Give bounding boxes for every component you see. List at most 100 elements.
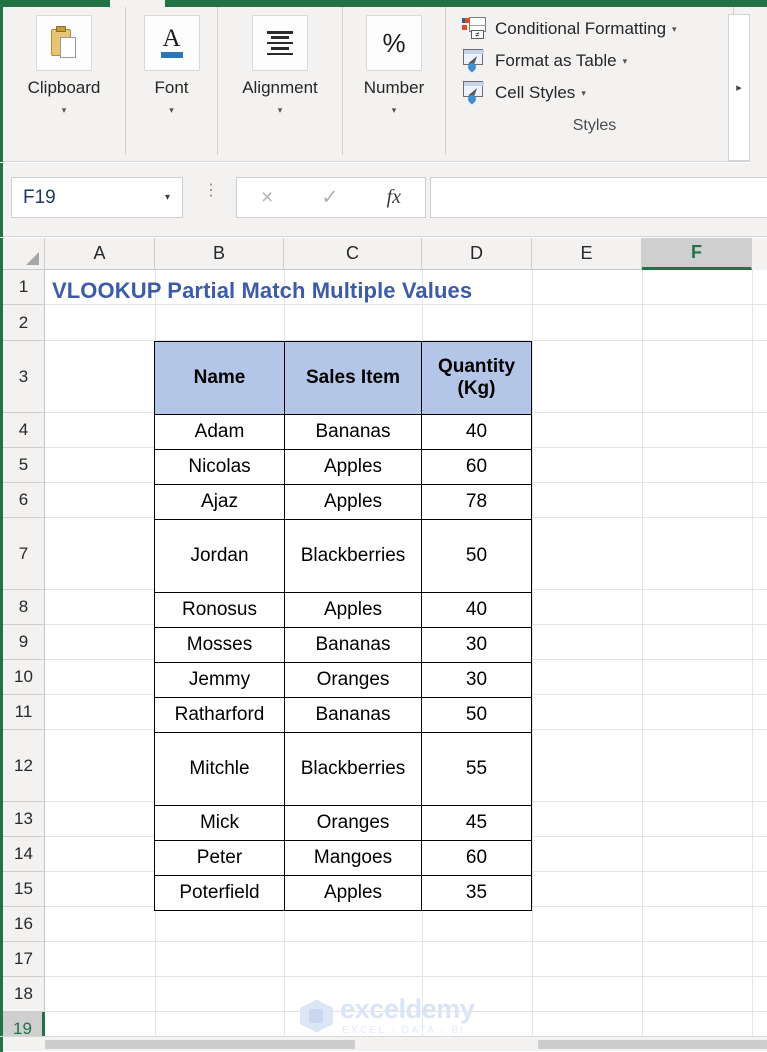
cell-name[interactable]: Ronosus [154,592,285,628]
row-header-4[interactable]: 4 [3,413,45,448]
row-header-19[interactable]: 19 [3,1012,45,1036]
row-header-13[interactable]: 13 [3,802,45,837]
cell-name[interactable]: Mick [154,805,285,841]
alignment-dialog-launcher-icon[interactable]: ▾ [278,106,283,115]
cell-qty[interactable]: 30 [421,627,532,663]
insert-function-icon[interactable]: fx [387,186,401,209]
column-header-e[interactable]: E [532,238,642,270]
format-as-table-chevron-down-icon[interactable]: ▾ [623,56,628,67]
cell-qty[interactable]: 40 [421,414,532,450]
alignment-lines-icon[interactable] [252,15,308,71]
column-header-c[interactable]: C [284,238,422,270]
row-header-7[interactable]: 7 [3,518,45,590]
cell-item[interactable]: Blackberries [284,519,422,593]
column-header-b[interactable]: B [155,238,284,270]
cell-styles-button[interactable]: Cell Styles ▾ [456,77,733,109]
table-row[interactable]: Nicolas Apples 60 [154,449,532,485]
row-header-5[interactable]: 5 [3,448,45,483]
cell-qty[interactable]: 30 [421,662,532,698]
font-letter-a-icon[interactable]: A [143,15,200,71]
cell-name[interactable]: Jemmy [154,662,285,698]
cell-qty[interactable]: 45 [421,805,532,841]
cell-qty[interactable]: 50 [421,697,532,733]
row-header-11[interactable]: 11 [3,695,45,730]
table-row[interactable]: Ajaz Apples 78 [154,484,532,520]
ribbon-group-alignment[interactable]: Alignment ▾ [218,7,343,155]
row-header-16[interactable]: 16 [3,907,45,942]
number-dialog-launcher-icon[interactable]: ▾ [392,106,397,115]
cell-item[interactable]: Apples [284,449,422,485]
row-header-2[interactable]: 2 [3,305,45,341]
cell-name[interactable]: Mosses [154,627,285,663]
table-row[interactable]: Peter Mangoes 60 [154,840,532,876]
row-header-1[interactable]: 1 [3,270,45,305]
cell-name[interactable]: Jordan [154,519,285,593]
cell-qty[interactable]: 78 [421,484,532,520]
cell-item[interactable]: Mangoes [284,840,422,876]
formula-bar-drag-handle[interactable]: ⋮ [203,183,219,199]
ribbon-group-font[interactable]: A Font ▾ [126,7,218,155]
cell-item[interactable]: Oranges [284,805,422,841]
cell-qty[interactable]: 50 [421,519,532,593]
name-box-chevron-down-icon[interactable]: ▾ [165,192,182,203]
row-header-10[interactable]: 10 [3,660,45,695]
column-header-a[interactable]: A [45,238,155,270]
ribbon-expand-button[interactable]: ▸ [728,14,750,161]
format-as-table-button[interactable]: Format as Table ▾ [456,45,733,77]
cell-qty[interactable]: 40 [421,592,532,628]
cell-qty[interactable]: 35 [421,875,532,911]
clipboard-dialog-launcher-icon[interactable]: ▾ [62,106,67,115]
cell-item[interactable]: Bananas [284,627,422,663]
horizontal-scrollbar-thumb-right[interactable] [538,1040,767,1049]
row-header-8[interactable]: 8 [3,590,45,625]
cell-qty[interactable]: 60 [421,449,532,485]
table-row[interactable]: Mosses Bananas 30 [154,627,532,663]
cell-name[interactable]: Peter [154,840,285,876]
table-row[interactable]: Ratharford Bananas 50 [154,697,532,733]
cell-name[interactable]: Mitchle [154,732,285,806]
clipboard-icon[interactable] [36,15,92,71]
ribbon-group-clipboard[interactable]: Clipboard ▾ [3,7,126,155]
cell-styles-chevron-down-icon[interactable]: ▾ [581,88,586,99]
cell-name[interactable]: Adam [154,414,285,450]
row-header-6[interactable]: 6 [3,483,45,518]
font-dialog-launcher-icon[interactable]: ▾ [169,106,174,115]
cell-name[interactable]: Ajaz [154,484,285,520]
table-row[interactable]: Ronosus Apples 40 [154,592,532,628]
cell-name[interactable]: Poterfield [154,875,285,911]
cell-qty[interactable]: 60 [421,840,532,876]
formula-input[interactable] [430,177,767,218]
table-row[interactable]: Mick Oranges 45 [154,805,532,841]
cell-qty[interactable]: 55 [421,732,532,806]
column-header-d[interactable]: D [422,238,532,270]
table-row[interactable]: Adam Bananas 40 [154,414,532,450]
conditional-formatting-chevron-down-icon[interactable]: ▾ [672,24,677,35]
cell-name[interactable]: Ratharford [154,697,285,733]
percent-icon[interactable]: % [366,15,422,71]
table-row[interactable]: Jordan Blackberries 50 [154,519,532,593]
cell-item[interactable]: Bananas [284,697,422,733]
table-row[interactable]: Jemmy Oranges 30 [154,662,532,698]
cell-item[interactable]: Apples [284,484,422,520]
row-header-17[interactable]: 17 [3,942,45,977]
column-header-f[interactable]: F [642,238,752,270]
row-header-15[interactable]: 15 [3,872,45,907]
cancel-formula-icon[interactable]: × [261,186,273,210]
cell-item[interactable]: Bananas [284,414,422,450]
ribbon-group-number[interactable]: % Number ▾ [343,7,446,155]
cell-item[interactable]: Apples [284,875,422,911]
row-header-9[interactable]: 9 [3,625,45,660]
select-all-corner-button[interactable] [3,238,45,270]
row-header-12[interactable]: 12 [3,730,45,802]
row-header-18[interactable]: 18 [3,977,45,1012]
cell-item[interactable]: Blackberries [284,732,422,806]
name-box[interactable]: F19 ▾ [11,177,183,218]
cell-name[interactable]: Nicolas [154,449,285,485]
enter-formula-icon[interactable]: ✓ [321,185,339,210]
horizontal-scrollbar-thumb-left[interactable] [45,1040,355,1049]
row-header-3[interactable]: 3 [3,341,45,413]
cell-item[interactable]: Apples [284,592,422,628]
row-header-14[interactable]: 14 [3,837,45,872]
conditional-formatting-button[interactable]: ≠ Conditional Formatting ▾ [456,13,733,45]
table-row[interactable]: Mitchle Blackberries 55 [154,732,532,806]
